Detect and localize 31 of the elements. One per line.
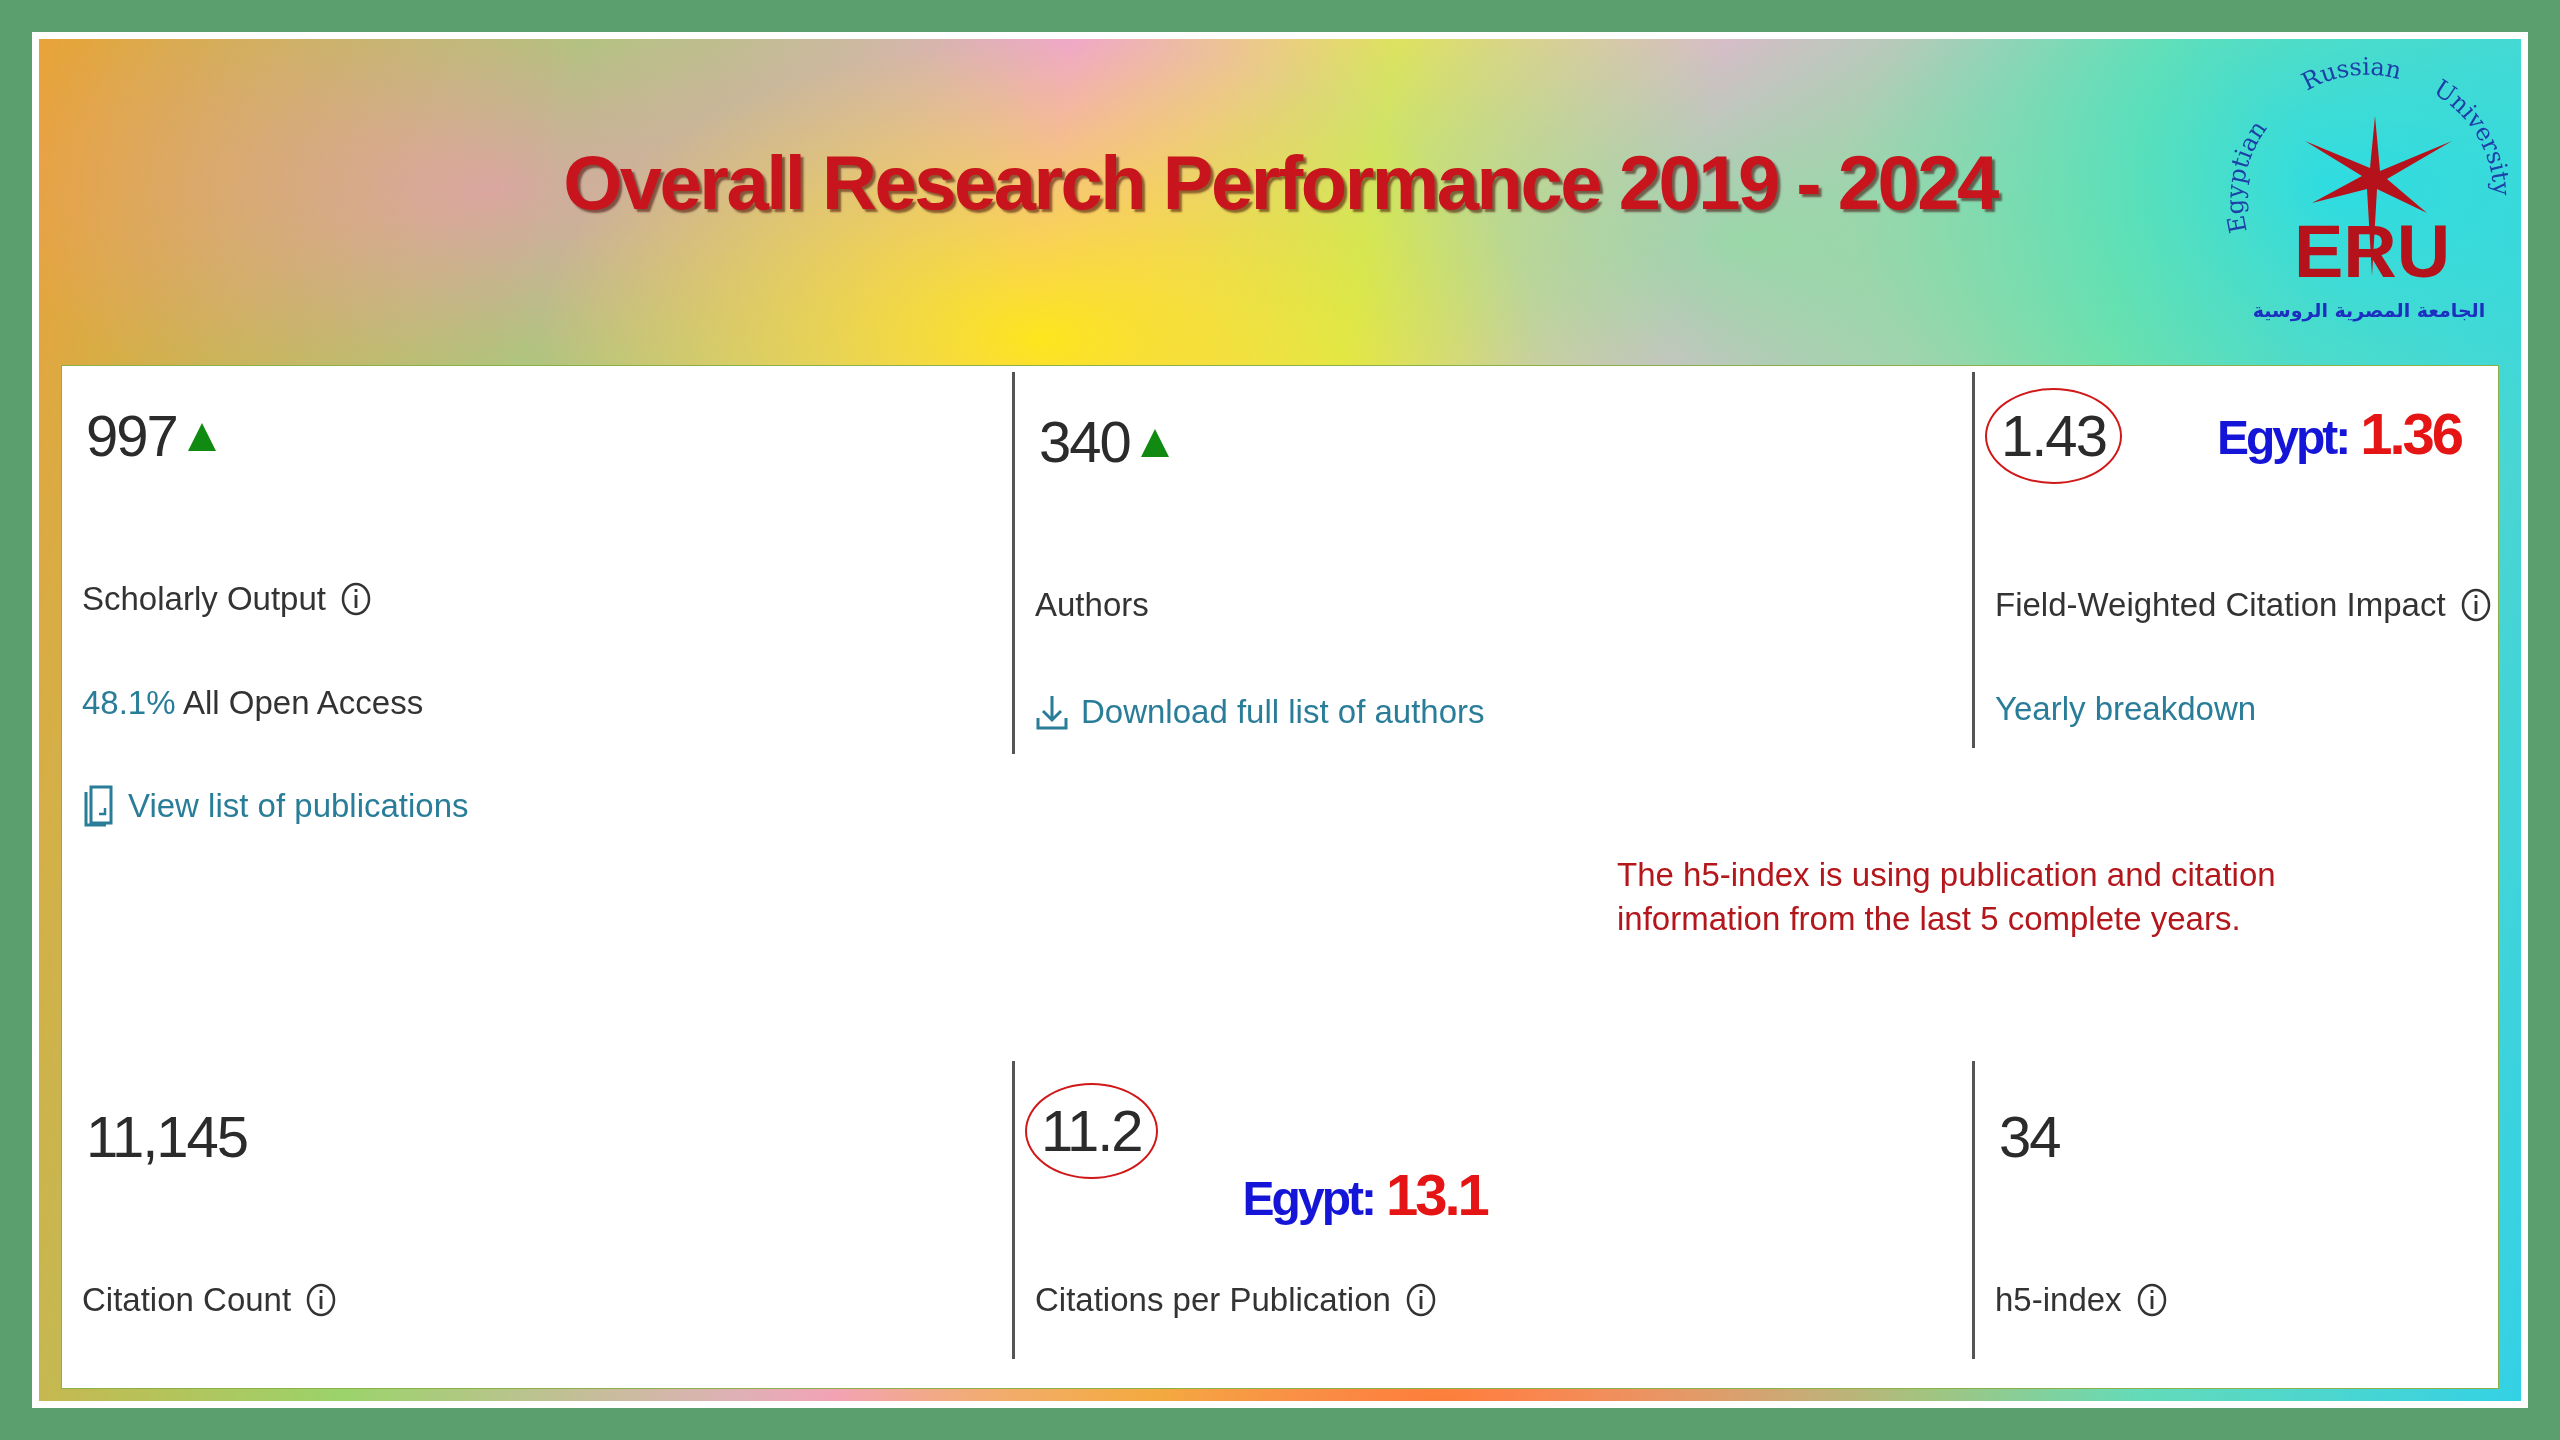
info-icon[interactable] <box>305 1281 338 1318</box>
link[interactable]: Yearly breakdown <box>1995 690 2498 728</box>
metric-value: 11.2 <box>1025 1082 1158 1179</box>
metric-label: Field-Weighted Citation Impact <box>1995 586 2446 624</box>
comparison-value: 13.1 <box>1385 1160 1487 1228</box>
info-icon[interactable] <box>2135 1281 2168 1318</box>
metric-value: 1.43 <box>1985 388 2122 484</box>
metric-label: Citations per Publication <box>1035 1280 1391 1319</box>
link[interactable]: View list of publications <box>82 784 1012 828</box>
metric-label: h5-index <box>1995 1280 2122 1319</box>
metric-value: 340 <box>1038 408 1131 476</box>
info-icon[interactable] <box>1404 1281 1437 1318</box>
logo-arc-text: Russian <box>2297 52 2405 97</box>
comparison-label: Egypt: <box>1242 1170 1374 1226</box>
info-icon[interactable] <box>2459 587 2492 623</box>
info-icon[interactable] <box>339 581 372 617</box>
open-access-stat: 48.1% All Open Access <box>82 684 425 722</box>
h5-index-note: The h5-index is using publication and citation information from the last 5 complete years. <box>1617 855 2277 940</box>
comparison-value: 1.36 <box>2360 400 2462 467</box>
metric-value: 11,145 <box>85 1102 249 1171</box>
document-icon <box>82 784 116 828</box>
metric-label: Citation Count <box>82 1280 292 1319</box>
comparison-label: Egypt: <box>2216 410 2349 465</box>
logo-initials: ERU <box>2293 210 2451 293</box>
metric-value: 34 <box>1998 1102 2061 1171</box>
logo-arabic-text: الجامعة المصرية الروسية <box>2252 299 2486 321</box>
link[interactable]: Download full list of authors <box>1035 690 1972 734</box>
slide-title: Overall Research Performance 2019 - 2024 <box>563 138 1997 226</box>
metric-label: Authors <box>1035 586 1149 624</box>
metric-label: Scholarly Output <box>82 580 326 618</box>
metric-value: 997 <box>85 402 178 470</box>
